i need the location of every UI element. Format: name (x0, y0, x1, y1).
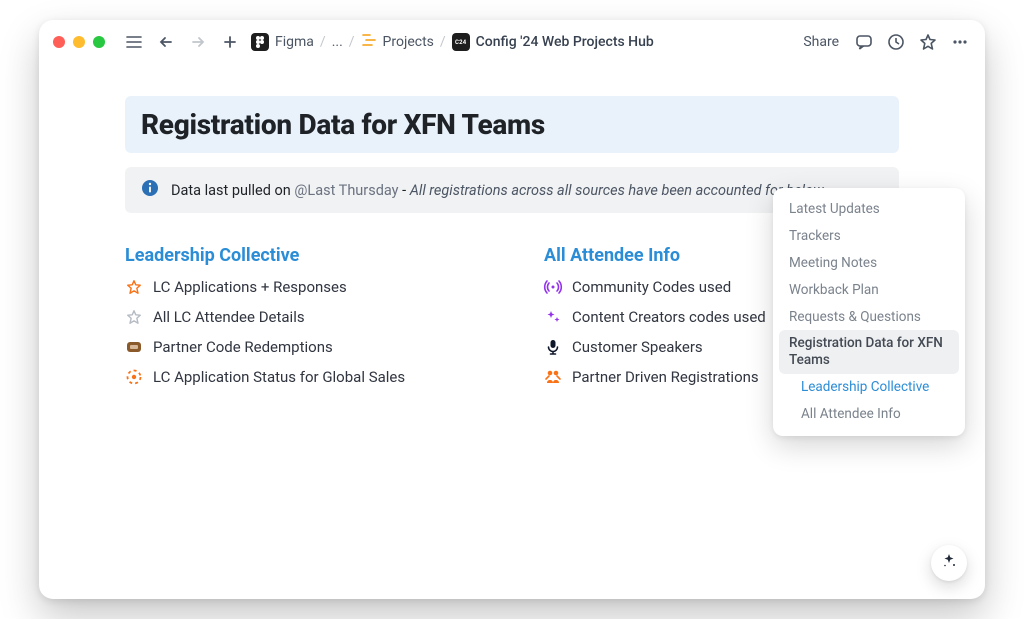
page-link-label: Community Codes used (572, 278, 731, 296)
comments-button[interactable] (853, 31, 875, 53)
breadcrumb-projects-label: Projects (383, 34, 434, 50)
sparkles-icon (544, 309, 562, 325)
close-window-button[interactable] (53, 36, 65, 48)
breadcrumb: Figma / ... / Projects / C24 Config '24 … (251, 33, 654, 51)
sparkle-icon (941, 553, 957, 573)
info-icon (141, 179, 159, 201)
favorite-button[interactable] (917, 31, 939, 53)
page-link-partner-code-redemptions[interactable]: Partner Code Redemptions (125, 336, 480, 358)
nav-back-button[interactable] (155, 31, 177, 53)
share-button[interactable]: Share (799, 32, 843, 52)
page-link-label: Customer Speakers (572, 338, 703, 356)
breadcrumb-projects[interactable]: Projects (361, 33, 434, 51)
broadcast-icon (544, 280, 562, 294)
page-link-label: LC Applications + Responses (153, 278, 347, 296)
target-icon (125, 369, 143, 385)
outline-item-active[interactable]: Registration Data for XFN Teams (779, 330, 959, 374)
star-icon (125, 279, 143, 295)
ticket-icon (125, 341, 143, 353)
breadcrumb-sep: / (349, 34, 355, 50)
app-window: Figma / ... / Projects / C24 Config '24 … (39, 20, 985, 599)
page-link-label: Partner Driven Registrations (572, 368, 759, 386)
outline-subitem[interactable]: All Attendee Info (779, 401, 959, 428)
microphone-icon (544, 339, 562, 355)
minimize-window-button[interactable] (73, 36, 85, 48)
outline-item[interactable]: Workback Plan (779, 277, 959, 304)
page-link-label: Content Creators codes used (572, 308, 766, 326)
people-icon (544, 370, 562, 384)
link-list: LC Applications + Responses All LC Atten… (125, 276, 480, 388)
breadcrumb-root-label: Figma (275, 34, 314, 50)
page-thumb-icon: C24 (452, 33, 470, 51)
page-link-lc-applications[interactable]: LC Applications + Responses (125, 276, 480, 298)
toolbar: Figma / ... / Projects / C24 Config '24 … (39, 20, 985, 64)
section-heading: Leadership Collective (125, 245, 480, 266)
title-banner: Registration Data for XFN Teams (125, 96, 899, 153)
breadcrumb-sep: / (320, 34, 326, 50)
window-controls (53, 36, 105, 48)
outline-item[interactable]: Trackers (779, 223, 959, 250)
figma-logo-icon (251, 33, 269, 51)
column-leadership-collective: Leadership Collective LC Applications + … (125, 245, 480, 388)
nav-forward-button[interactable] (187, 31, 209, 53)
more-menu-button[interactable] (949, 31, 971, 53)
page-link-label: Partner Code Redemptions (153, 338, 333, 356)
outline-item[interactable]: Requests & Questions (779, 304, 959, 331)
page-link-lc-attendee-details[interactable]: All LC Attendee Details (125, 306, 480, 328)
breadcrumb-root[interactable]: Figma (251, 33, 314, 51)
outline-item[interactable]: Meeting Notes (779, 250, 959, 277)
breadcrumb-current-label: Config '24 Web Projects Hub (476, 34, 654, 50)
outline-panel: Latest Updates Trackers Meeting Notes Wo… (773, 188, 965, 436)
ai-assist-fab[interactable] (931, 545, 967, 581)
star-outline-icon (125, 309, 143, 325)
new-page-button[interactable] (219, 31, 241, 53)
maximize-window-button[interactable] (93, 36, 105, 48)
outline-subitem[interactable]: Leadership Collective (779, 374, 959, 401)
breadcrumb-current[interactable]: C24 Config '24 Web Projects Hub (452, 33, 654, 51)
sidebar-toggle-button[interactable] (123, 31, 145, 53)
breadcrumb-ellipsis[interactable]: ... (332, 34, 343, 50)
history-button[interactable] (885, 31, 907, 53)
outline-item[interactable]: Latest Updates (779, 196, 959, 223)
info-text: Data last pulled on @Last Thursday - All… (171, 182, 827, 199)
page-link-label: LC Application Status for Global Sales (153, 368, 405, 386)
page-link-lc-application-status[interactable]: LC Application Status for Global Sales (125, 366, 480, 388)
page-link-label: All LC Attendee Details (153, 308, 305, 326)
gantt-icon (361, 33, 377, 51)
date-mention[interactable]: @Last Thursday (294, 182, 398, 199)
page-title: Registration Data for XFN Teams (141, 108, 883, 141)
breadcrumb-sep: / (440, 34, 446, 50)
